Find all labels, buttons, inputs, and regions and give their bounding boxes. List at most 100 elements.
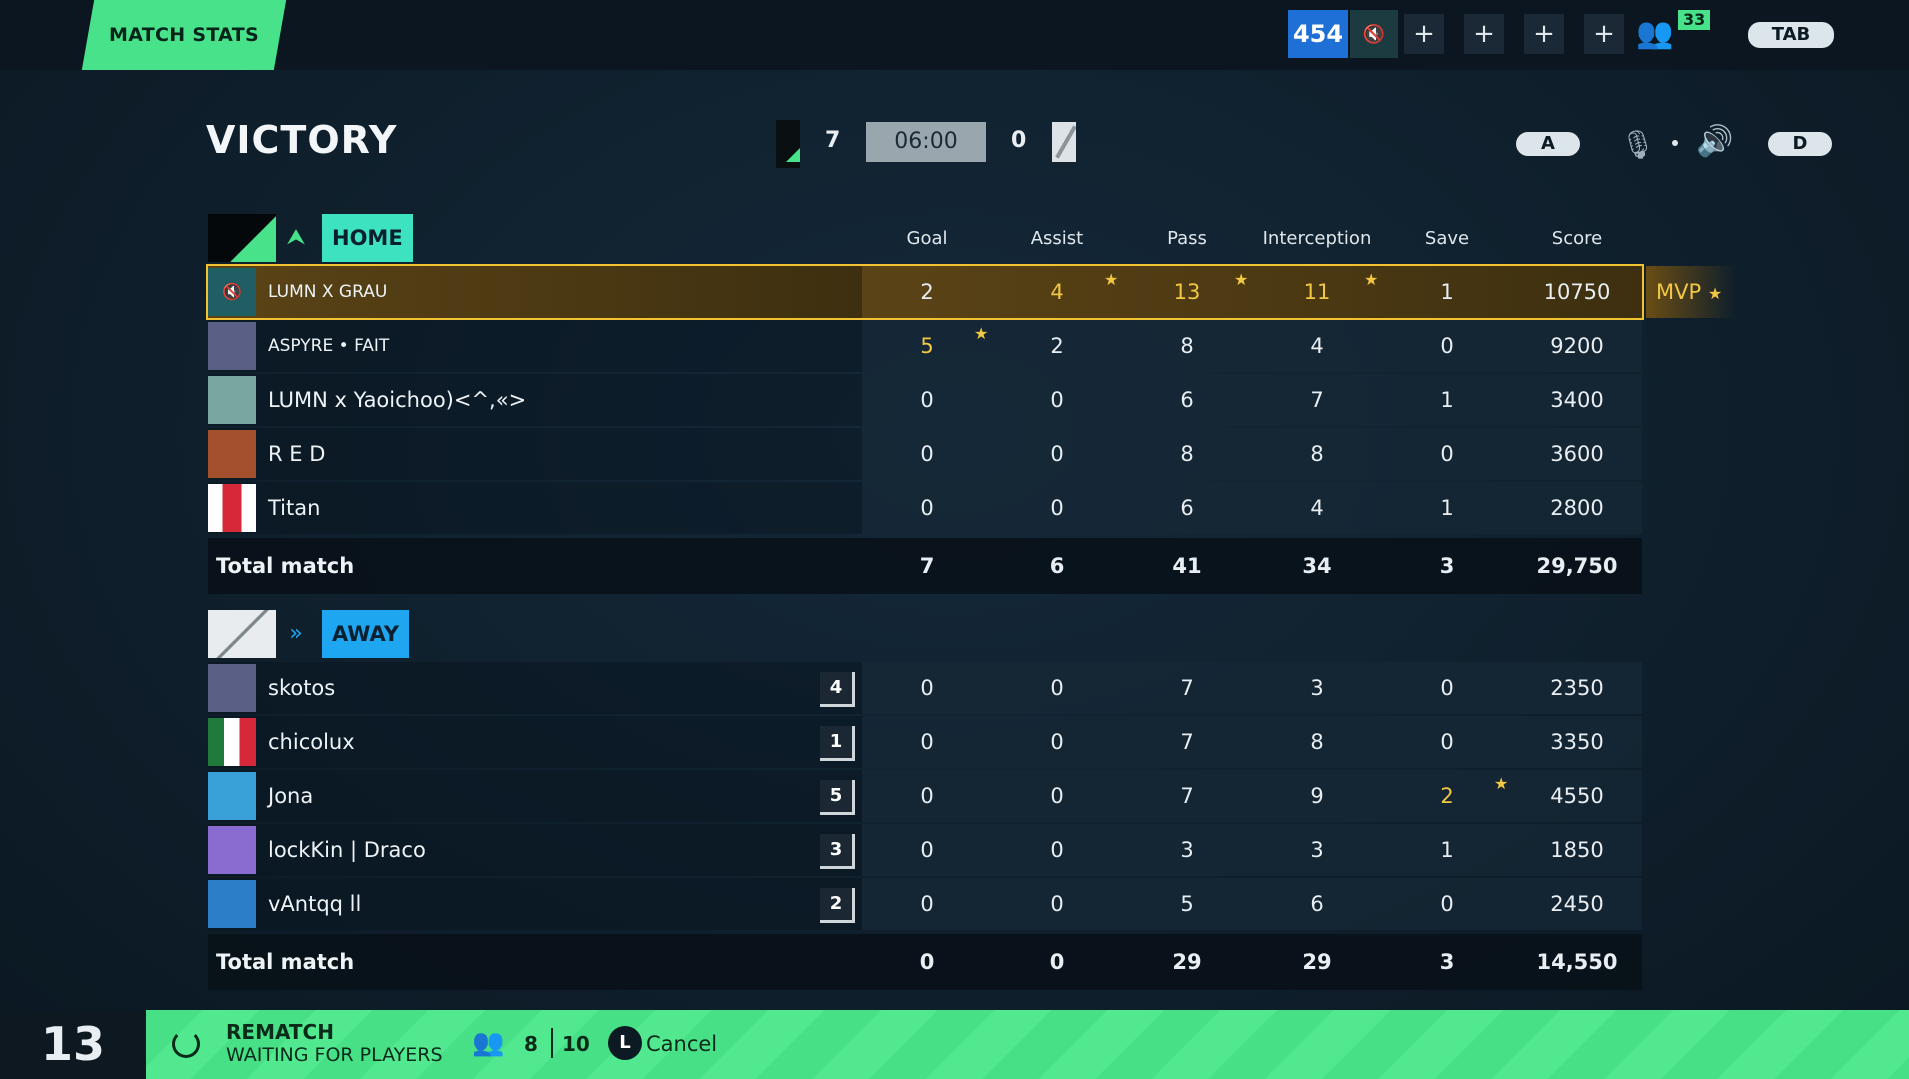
rank-badge: 4 <box>820 672 855 707</box>
total-save: 3 <box>1439 950 1455 974</box>
cancel-key-hint[interactable]: L <box>608 1026 642 1060</box>
rank-badge: 5 <box>820 780 855 815</box>
total-pass: 29 <box>1172 950 1202 974</box>
star-icon: ★ <box>1364 270 1379 289</box>
next-key-hint[interactable]: D <box>1768 132 1832 156</box>
stat-interception: 4 <box>1310 334 1324 358</box>
stat-score: 2350 <box>1550 676 1604 700</box>
table-row[interactable]: Titan 0 0 6 4 1 2800 <box>208 482 1642 534</box>
player-avatar <box>208 718 256 766</box>
stat-assist: 0 <box>1050 784 1064 808</box>
stat-goal: 0 <box>920 784 934 808</box>
stat-save: 1 <box>1440 838 1454 862</box>
currency-counter: 454 <box>1288 10 1348 58</box>
table-row[interactable]: lockKin | Draco 3 0 0 3 3 1 1850 <box>208 824 1642 876</box>
stat-assist: 4 <box>1050 280 1064 304</box>
stat-goal: 0 <box>920 838 934 862</box>
stat-interception: 7 <box>1310 388 1324 412</box>
player-name: vAntqq ll <box>268 892 362 916</box>
divider <box>551 1028 553 1058</box>
total-interception: 29 <box>1302 950 1332 974</box>
stat-score: 1850 <box>1550 838 1604 862</box>
add-slot-4-button[interactable]: + <box>1584 14 1624 54</box>
away-flag-icon <box>1052 122 1076 162</box>
stat-save: 0 <box>1440 730 1454 754</box>
stat-pass: 5 <box>1180 892 1194 916</box>
star-icon: ★ <box>974 324 989 343</box>
rematch-bar: REMATCH WAITING FOR PLAYERS 👥 8 10 L Can… <box>146 1010 1909 1079</box>
stat-save: 1 <box>1440 496 1454 520</box>
total-assist: 0 <box>1049 950 1065 974</box>
stat-score: 3350 <box>1550 730 1604 754</box>
players-ready: 8 <box>524 1032 538 1056</box>
separator-dot <box>1672 140 1678 146</box>
player-name: chicolux <box>268 730 355 754</box>
total-score: 29,750 <box>1536 554 1618 578</box>
player-avatar <box>208 430 256 478</box>
col-header-score: Score <box>1551 228 1603 249</box>
home-chevron-icon: ⮝ <box>286 225 306 250</box>
col-header-pass: Pass <box>1167 228 1207 249</box>
prev-key-hint[interactable]: A <box>1516 132 1580 156</box>
table-row[interactable]: ASPYRE • FAIT 5 ★ 2 8 4 0 9200 <box>208 320 1642 372</box>
player-name: R E D <box>268 442 326 466</box>
rank-badge: 2 <box>820 888 855 923</box>
stat-score: 4550 <box>1550 784 1604 808</box>
table-row[interactable]: skotos 4 0 0 7 3 0 2350 <box>208 662 1642 714</box>
star-icon: ★ <box>1104 270 1119 289</box>
mvp-label: MVP <box>1656 280 1702 304</box>
stat-pass: 6 <box>1180 388 1194 412</box>
stat-goal: 5 <box>920 334 934 358</box>
stat-score: 3400 <box>1550 388 1604 412</box>
total-score: 14,550 <box>1536 950 1618 974</box>
stat-interception: 6 <box>1310 892 1324 916</box>
players-icon: 👥 <box>472 1028 505 1058</box>
stat-pass: 6 <box>1180 496 1194 520</box>
speaker-icon[interactable]: 🔊 <box>1696 124 1733 159</box>
away-team-label: AWAY <box>322 610 409 658</box>
table-row[interactable]: vAntqq ll 2 0 0 5 6 0 2450 <box>208 878 1642 930</box>
total-goal: 0 <box>919 950 935 974</box>
player-name: LUMN X GRAU <box>268 282 388 302</box>
stat-interception: 3 <box>1310 676 1324 700</box>
total-interception: 34 <box>1302 554 1332 578</box>
player-avatar-muted-icon: 🔇 <box>208 268 256 316</box>
add-slot-1-button[interactable]: + <box>1404 14 1444 54</box>
muted-icon: 🔇 <box>1350 10 1398 58</box>
table-row[interactable]: Jona 5 0 0 7 9 2 ★ 4550 <box>208 770 1642 822</box>
tab-match-stats[interactable]: MATCH STATS <box>81 0 287 70</box>
table-row[interactable]: chicolux 1 0 0 7 8 0 3350 <box>208 716 1642 768</box>
table-row[interactable]: LUMN x Yaoichoo)<^,«> 0 0 6 7 1 3400 <box>208 374 1642 426</box>
cancel-button[interactable]: Cancel <box>646 1032 717 1056</box>
party-icon[interactable]: 👥 <box>1636 16 1680 56</box>
stat-interception: 8 <box>1310 442 1324 466</box>
stat-assist: 0 <box>1050 838 1064 862</box>
away-score: 0 <box>1011 128 1027 153</box>
total-pass: 41 <box>1172 554 1202 578</box>
add-slot-2-button[interactable]: + <box>1464 14 1504 54</box>
stat-goal: 0 <box>920 676 934 700</box>
players-total: 10 <box>562 1032 590 1056</box>
away-team-flag-icon <box>208 610 276 658</box>
stat-save: 2 <box>1440 784 1454 808</box>
player-avatar <box>208 484 256 532</box>
add-slot-3-button[interactable]: + <box>1524 14 1564 54</box>
result-title: VICTORY <box>206 118 398 162</box>
col-header-save: Save <box>1424 228 1470 249</box>
stat-interception: 3 <box>1310 838 1324 862</box>
col-header-assist: Assist <box>1030 228 1084 249</box>
player-avatar <box>208 772 256 820</box>
stat-pass: 8 <box>1180 334 1194 358</box>
mic-muted-icon[interactable]: 🎙 <box>1620 128 1656 161</box>
table-row[interactable]: R E D 0 0 8 8 0 3600 <box>208 428 1642 480</box>
home-flag-icon <box>776 120 800 168</box>
home-total-row: Total match 7 6 41 34 3 29,750 <box>208 538 1642 594</box>
col-header-interception: Interception <box>1262 228 1372 249</box>
tab-key-hint[interactable]: TAB <box>1748 22 1834 48</box>
player-name: skotos <box>268 676 336 700</box>
rematch-status: WAITING FOR PLAYERS <box>226 1044 443 1066</box>
table-row[interactable]: 🔇 LUMN X GRAU 2 4 ★ 13 ★ 11 ★ 1 10750 <box>206 264 1644 320</box>
stat-pass: 3 <box>1180 838 1194 862</box>
star-icon: ★ <box>1494 774 1509 793</box>
stat-save: 0 <box>1440 892 1454 916</box>
